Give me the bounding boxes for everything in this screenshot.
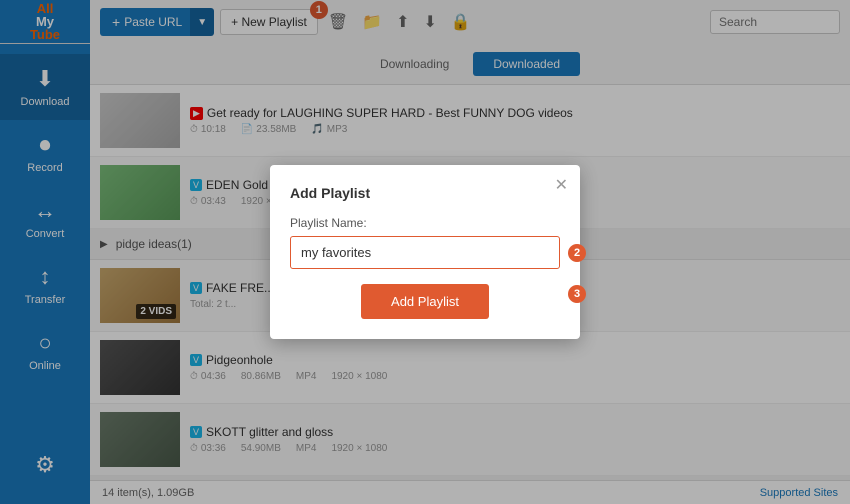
app-container: All My Tube + Paste URL ▼ + New Playlist… <box>0 0 850 504</box>
add-playlist-modal: Add Playlist ✕ Playlist Name: 2 Add Play… <box>270 165 580 339</box>
modal-title: Add Playlist <box>290 185 560 201</box>
step3-badge: 3 <box>568 285 586 303</box>
modal-btn-wrapper: Add Playlist 3 <box>290 269 560 319</box>
modal-input-wrapper: 2 <box>290 236 560 269</box>
playlist-name-input[interactable] <box>290 236 560 269</box>
add-playlist-button[interactable]: Add Playlist <box>361 284 489 319</box>
modal-close-button[interactable]: ✕ <box>555 175 568 195</box>
modal-label: Playlist Name: <box>290 216 560 230</box>
step2-badge: 2 <box>568 244 586 262</box>
modal-overlay: Add Playlist ✕ Playlist Name: 2 Add Play… <box>0 0 850 504</box>
